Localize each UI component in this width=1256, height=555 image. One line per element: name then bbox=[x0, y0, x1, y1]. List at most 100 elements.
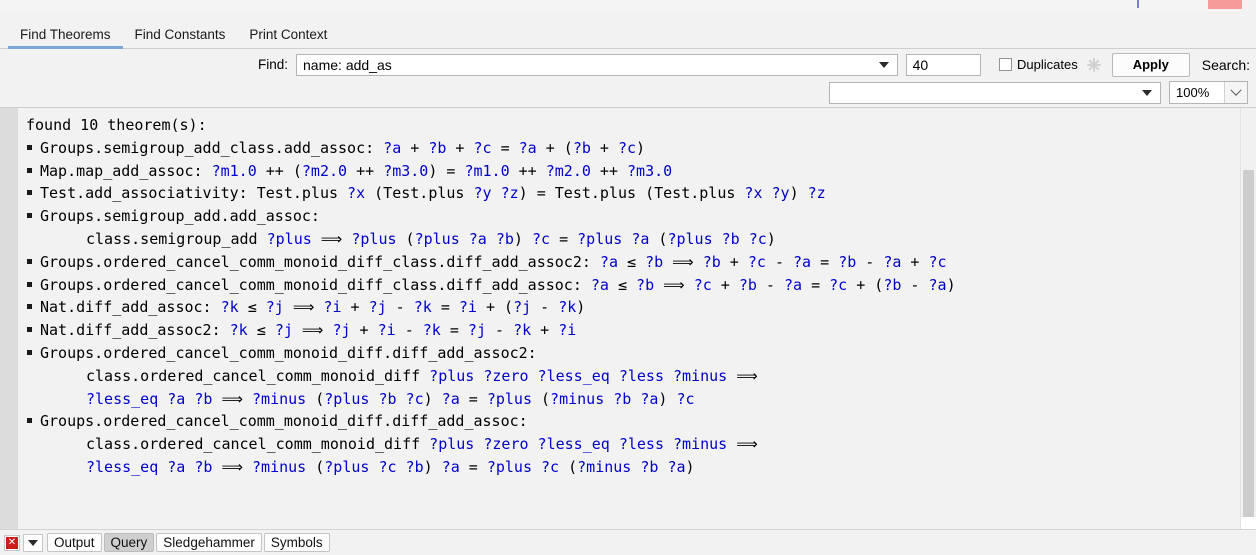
zoom-value[interactable]: 100% bbox=[1170, 82, 1224, 103]
term-text: ⟹ bbox=[312, 230, 352, 248]
term-text: ( bbox=[649, 230, 667, 248]
term-text: ) = bbox=[428, 162, 464, 180]
schematic-variable: ?a bbox=[600, 253, 618, 271]
schematic-variable: ?m1.0 bbox=[464, 162, 509, 180]
result-item[interactable]: Groups.semigroup_add.add_assoc: bbox=[18, 205, 1256, 228]
result-item[interactable]: Groups.semigroup_add_class.add_assoc: ?a… bbox=[18, 137, 1256, 160]
schematic-variable: ?m3.0 bbox=[383, 162, 428, 180]
schematic-variable: ?j bbox=[275, 321, 293, 339]
schematic-variable: ?j bbox=[266, 298, 284, 316]
schematic-variable: ?minus bbox=[673, 367, 727, 385]
result-item[interactable]: Groups.ordered_cancel_comm_monoid_diff_c… bbox=[18, 251, 1256, 274]
schematic-variable: ?less_eq bbox=[86, 390, 158, 408]
dock-button-output[interactable]: Output bbox=[47, 533, 102, 552]
schematic-variable: ?b bbox=[739, 276, 757, 294]
schematic-variable: ?z bbox=[808, 184, 826, 202]
dock-button-symbols[interactable]: Symbols bbox=[264, 533, 330, 552]
result-item[interactable]: Test.add_associativity: Test.plus ?x (Te… bbox=[18, 182, 1256, 205]
schematic-variable: ?less bbox=[619, 367, 664, 385]
zoom-dropdown-button[interactable] bbox=[1224, 82, 1247, 103]
term-text: + bbox=[351, 321, 378, 339]
result-item[interactable]: Groups.ordered_cancel_comm_monoid_diff.d… bbox=[18, 410, 1256, 433]
duplicates-checkbox-group[interactable]: Duplicates bbox=[999, 57, 1078, 72]
term-text: ⟹ bbox=[284, 298, 324, 316]
result-continuation-line[interactable]: ?less_eq ?a ?b ⟹ ?minus (?plus ?c ?b) ?a… bbox=[18, 456, 1256, 479]
find-query-combobox[interactable]: name: add_as bbox=[296, 54, 898, 76]
result-item[interactable]: Map.map_add_assoc: ?m1.0 ++ (?m2.0 ++ ?m… bbox=[18, 160, 1256, 183]
term-text: + bbox=[341, 298, 368, 316]
term-text: - bbox=[766, 253, 793, 271]
schematic-variable: ?less_eq bbox=[538, 435, 610, 453]
term-text: ( bbox=[532, 390, 550, 408]
term-text: - bbox=[486, 321, 513, 339]
schematic-variable: ?m2.0 bbox=[302, 162, 347, 180]
dock-button-sledgehammer[interactable]: Sledgehammer bbox=[156, 533, 262, 552]
schematic-variable: ?plus bbox=[487, 390, 532, 408]
schematic-variable: ?k bbox=[558, 298, 576, 316]
schematic-variable: ?a bbox=[640, 390, 658, 408]
result-item[interactable]: Nat.diff_add_assoc2: ?k ≤ ?j ⟹ ?j + ?i -… bbox=[18, 319, 1256, 342]
close-button[interactable]: ✕ bbox=[4, 535, 20, 551]
result-continuation-line[interactable]: class.ordered_cancel_comm_monoid_diff ?p… bbox=[18, 433, 1256, 456]
query-toolbar: Find: name: add_as 40 Duplicates Apply S… bbox=[0, 49, 1256, 107]
results-output[interactable]: found 10 theorem(s): Groups.semigroup_ad… bbox=[18, 108, 1256, 529]
term-text: ≤ bbox=[239, 298, 266, 316]
zoom-spinner[interactable]: 100% bbox=[1169, 81, 1248, 104]
search-combobox[interactable] bbox=[829, 82, 1161, 104]
schematic-variable: ?minus bbox=[252, 458, 306, 476]
term-text bbox=[610, 367, 619, 385]
tab-print-context[interactable]: Print Context bbox=[237, 23, 339, 49]
schematic-variable: ?a bbox=[784, 276, 802, 294]
schematic-variable: ?a bbox=[667, 458, 685, 476]
bullet-icon bbox=[18, 274, 40, 297]
term-text: ) bbox=[767, 230, 776, 248]
dock-button-query[interactable]: Query bbox=[104, 533, 155, 552]
term-text: ) bbox=[576, 298, 585, 316]
schematic-variable: ?k bbox=[230, 321, 248, 339]
result-item[interactable]: Groups.ordered_cancel_comm_monoid_diff_c… bbox=[18, 274, 1256, 297]
schematic-variable: ?c bbox=[748, 253, 766, 271]
term-text: + bbox=[446, 139, 473, 157]
results-header: found 10 theorem(s): bbox=[18, 114, 1256, 137]
term-text: = bbox=[802, 276, 829, 294]
schematic-variable: ?y bbox=[473, 184, 491, 202]
bullet-icon bbox=[18, 296, 40, 319]
apply-button[interactable]: Apply bbox=[1112, 53, 1190, 77]
scrollbar-thumb[interactable] bbox=[1243, 170, 1254, 529]
search-label: Search: bbox=[1202, 57, 1250, 73]
schematic-variable: ?minus bbox=[577, 458, 631, 476]
chevron-down-icon[interactable] bbox=[879, 62, 889, 68]
term-text bbox=[529, 435, 538, 453]
find-query-input[interactable]: name: add_as bbox=[297, 57, 392, 73]
result-continuation-line[interactable]: ?less_eq ?a ?b ⟹ ?minus (?plus ?b ?c) ?a… bbox=[18, 388, 1256, 411]
schematic-variable: ?c bbox=[618, 139, 636, 157]
results-vertical-scrollbar[interactable] bbox=[1240, 108, 1256, 529]
panel-menu-button[interactable] bbox=[23, 534, 43, 552]
schematic-variable: ?c bbox=[676, 390, 694, 408]
tab-find-constants[interactable]: Find Constants bbox=[123, 23, 238, 49]
schematic-variable: ?j bbox=[513, 298, 531, 316]
duplicates-checkbox[interactable] bbox=[999, 58, 1012, 71]
schematic-variable: ?b bbox=[613, 390, 631, 408]
tab-find-theorems[interactable]: Find Theorems bbox=[8, 23, 123, 49]
term-text: (Test.plus bbox=[365, 184, 473, 202]
term-text bbox=[529, 367, 538, 385]
overview-strip bbox=[0, 0, 1256, 14]
term-text: Map.map_add_assoc: bbox=[40, 162, 212, 180]
result-continuation-line[interactable]: class.semigroup_add ?plus ⟹ ?plus (?plus… bbox=[18, 228, 1256, 251]
result-continuation-line[interactable]: class.ordered_cancel_comm_monoid_diff ?p… bbox=[18, 365, 1256, 388]
schematic-variable: ?b bbox=[722, 230, 740, 248]
bullet-icon bbox=[18, 160, 40, 183]
chevron-down-icon bbox=[1230, 84, 1241, 95]
result-item[interactable]: Nat.diff_add_assoc: ?k ≤ ?j ⟹ ?i + ?j - … bbox=[18, 296, 1256, 319]
term-text: = bbox=[460, 458, 487, 476]
term-text: - bbox=[396, 321, 423, 339]
schematic-variable: ?z bbox=[501, 184, 519, 202]
schematic-variable: ?plus bbox=[267, 230, 312, 248]
result-limit-input[interactable]: 40 bbox=[906, 54, 981, 76]
schematic-variable: ?minus bbox=[252, 390, 306, 408]
term-text bbox=[740, 230, 749, 248]
chevron-down-icon[interactable] bbox=[1142, 90, 1152, 96]
term-text: Groups.ordered_cancel_comm_monoid_diff.d… bbox=[40, 344, 537, 362]
result-item[interactable]: Groups.ordered_cancel_comm_monoid_diff.d… bbox=[18, 342, 1256, 365]
